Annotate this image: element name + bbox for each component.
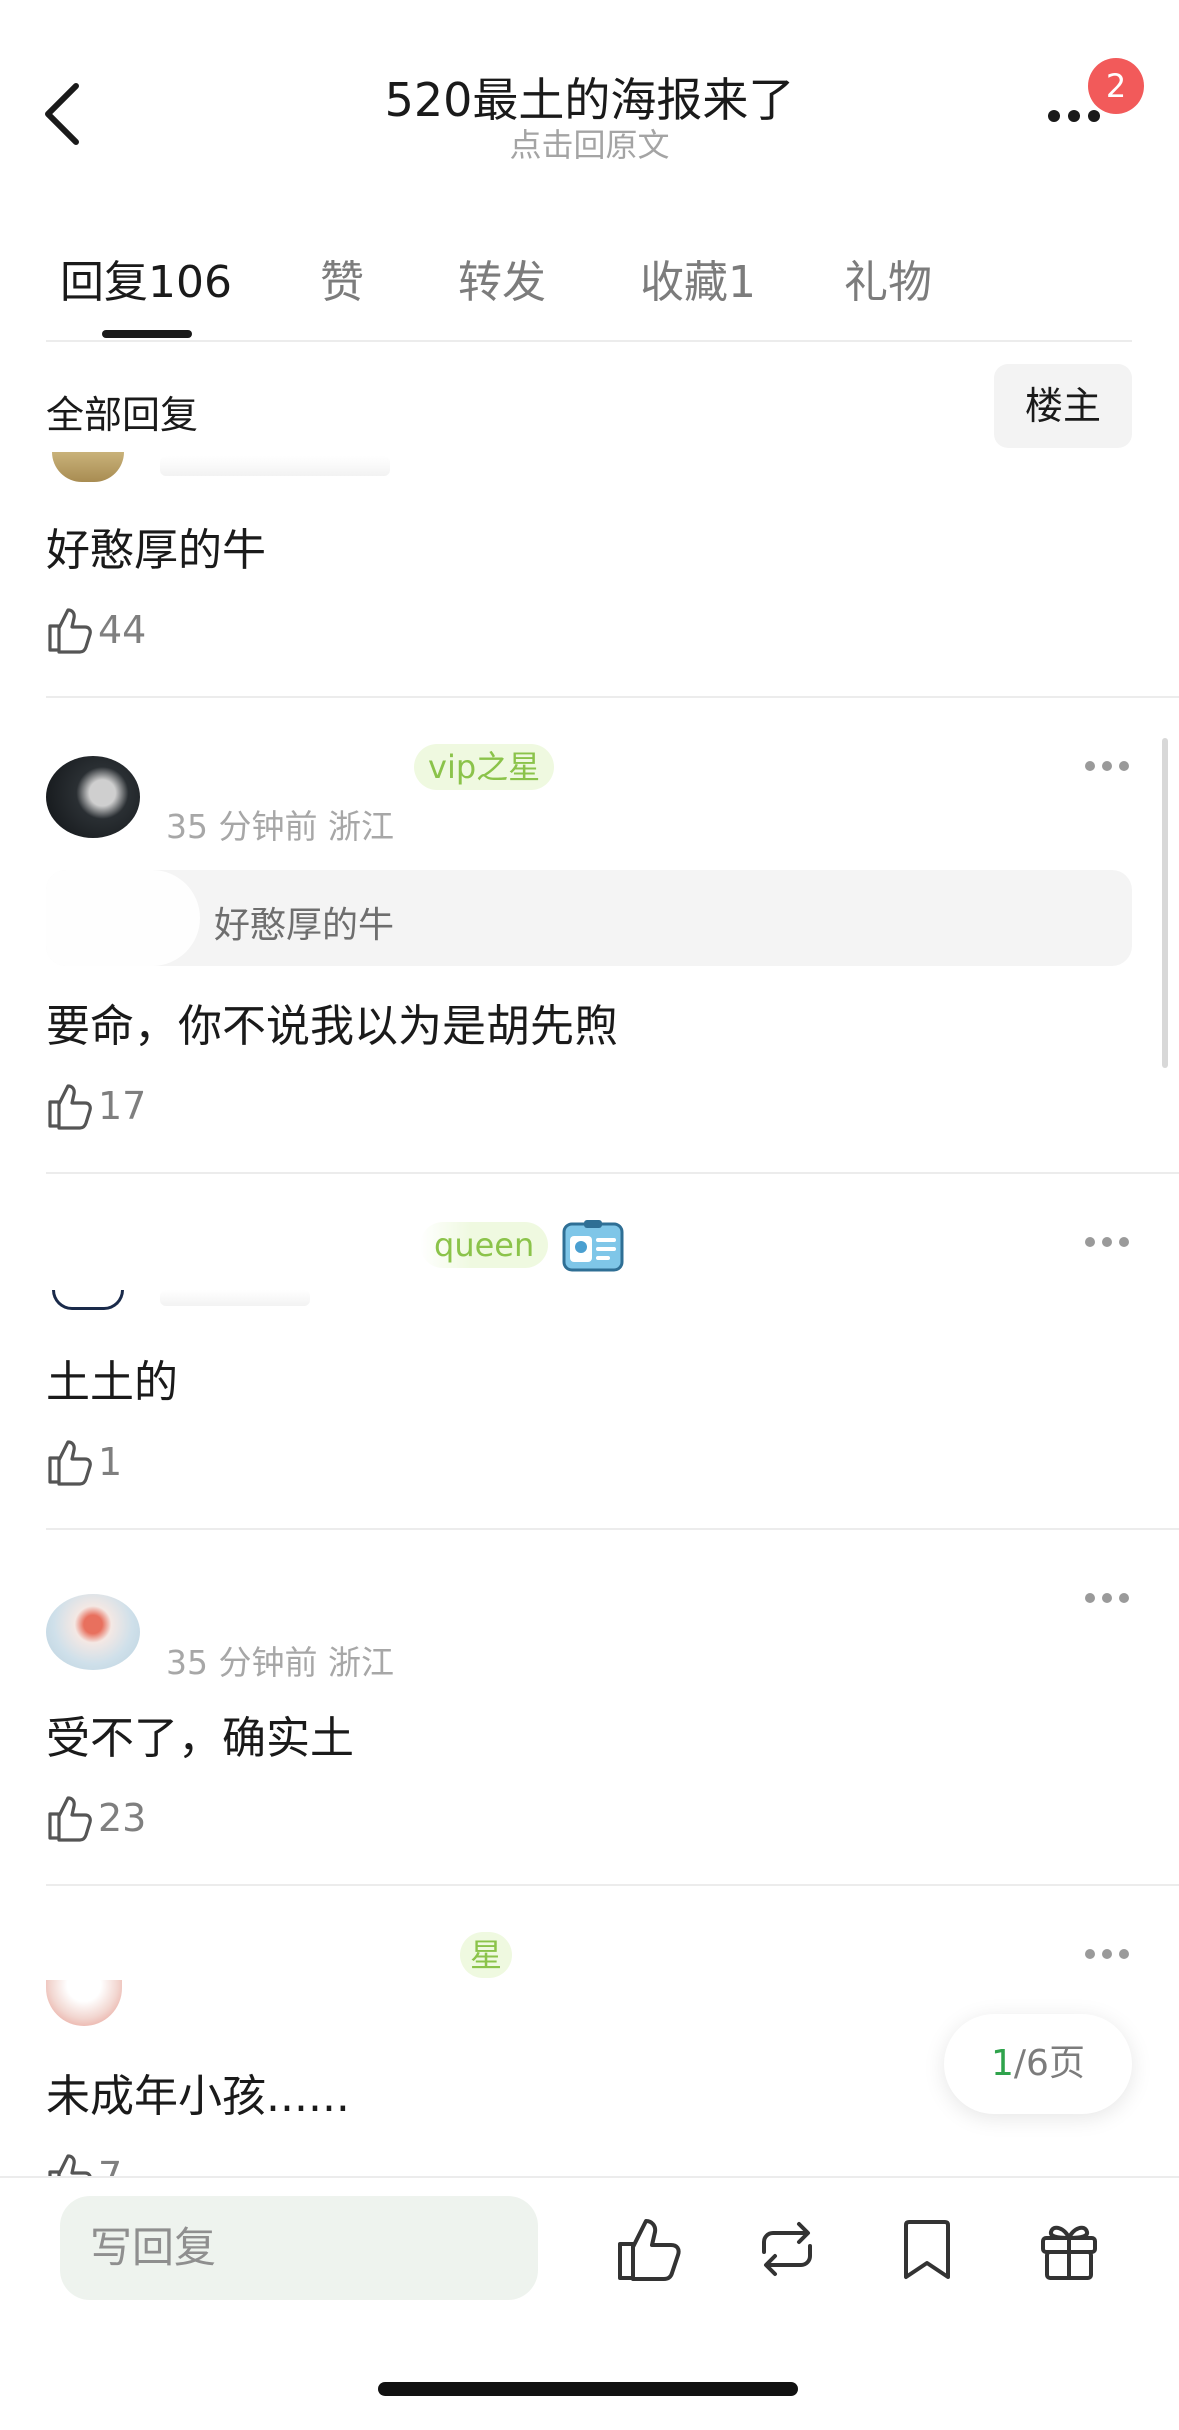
comment-divider [46,1884,1179,1886]
page-header: 520最土的海报来了 点击回原文 2 [0,0,1179,190]
comment-3-like-button[interactable]: 1 [46,1436,206,1486]
comment-3-more-icon[interactable] [1084,1236,1130,1248]
comment-5-more-icon[interactable] [1084,1948,1130,1960]
tab-likes[interactable]: 赞 [320,246,364,310]
comment-4-like-button[interactable]: 23 [46,1792,206,1842]
tab-favorites-label: 收藏 [640,257,728,308]
quote-avatar-placeholder [46,870,200,966]
tab-reposts-label: 转发 [458,257,546,308]
comment-divider [46,1528,1179,1530]
comment-2-quoted-reply[interactable] [46,870,1132,966]
comment-1-meta-faded [160,456,390,476]
comment-2-like-button[interactable]: 17 [46,1080,206,1130]
reply-input[interactable]: 写回复 [60,2196,538,2300]
page-indicator[interactable]: 1/6页 [944,2014,1132,2114]
id-card-icon [562,1220,624,1272]
comment-3-meta-faded [160,1290,310,1306]
gift-icon[interactable] [1034,2214,1104,2284]
comment-divider [46,696,1179,698]
tab-bar: 回复106 赞 转发 收藏1 礼物 [46,246,1132,316]
comment-4-more-icon[interactable] [1084,1592,1130,1604]
comment-4-meta: 35 分钟前 浙江 [166,1643,394,1682]
comment-2-meta: 35 分钟前 浙江 [166,807,394,846]
tab-replies-label: 回复 [60,257,148,308]
back-to-original-link[interactable]: 点击回原文 [0,120,1179,166]
comment-3-avatar[interactable] [52,1290,124,1310]
tab-favorites[interactable]: 收藏1 [640,246,756,310]
page-suffix: 页 [1048,2043,1085,2084]
comment-2-text[interactable]: 要命，你不说我以为是胡先煦 [46,990,618,1054]
comment-2-quote-text: 好憨厚的牛 [214,905,395,946]
comment-2-like-count: 17 [98,1084,147,1128]
thumbs-up-icon [48,2154,92,2176]
comment-4-text[interactable]: 受不了，确实土 [46,1702,354,1766]
comment-1-text[interactable]: 好憨厚的牛 [46,514,266,578]
like-icon[interactable] [612,2214,682,2284]
thumbs-up-icon [48,608,92,654]
comment-divider [46,1172,1179,1174]
all-replies-label: 全部回复 [46,393,199,437]
bookmark-icon[interactable] [892,2214,962,2284]
comment-4-avatar[interactable] [46,1594,140,1670]
tab-likes-label: 赞 [320,257,364,308]
notification-badge: 2 [1088,58,1144,114]
page-total: /6 [1013,2043,1049,2084]
tab-gifts-label: 礼物 [844,257,932,308]
comment-2-level-badge: vip之星 [414,744,555,790]
comment-5-level-badge: 星 [460,1932,513,1978]
repost-icon[interactable] [752,2214,822,2284]
comment-5-avatar[interactable] [46,1980,122,2026]
tab-gifts[interactable]: 礼物 [844,246,932,310]
comment-3-like-count: 1 [98,1440,123,1484]
comment-5-like-button[interactable]: 7 [46,2150,206,2176]
thumbs-up-icon [48,1796,92,1842]
home-indicator[interactable] [378,2382,798,2396]
comment-3-level-badge: queen [420,1222,549,1268]
active-tab-indicator [102,330,192,338]
comment-4-like-count: 23 [98,1796,147,1840]
comment-3-text[interactable]: 土土的 [46,1346,178,1410]
page-current: 1 [991,2043,1014,2084]
comment-1-like-button[interactable]: 44 [46,604,206,654]
tab-replies[interactable]: 回复106 [60,246,232,310]
comment-5-text[interactable]: 未成年小孩...... [46,2060,350,2124]
comment-5-like-count: 7 [98,2154,123,2176]
comment-1-avatar[interactable] [52,452,124,482]
comment-2-more-icon[interactable] [1084,760,1130,772]
thumbs-up-icon [48,1084,92,1130]
tab-favorites-count: 1 [728,257,756,308]
comment-1-like-count: 44 [98,608,147,652]
scrollbar[interactable] [1162,738,1168,1068]
tabs-divider [46,340,1132,342]
thumbs-up-icon [48,1440,92,1486]
tab-replies-count: 106 [148,257,232,308]
tab-reposts[interactable]: 转发 [458,246,546,310]
owner-only-button[interactable]: 楼主 [994,364,1132,448]
comment-2-avatar[interactable] [46,756,140,838]
